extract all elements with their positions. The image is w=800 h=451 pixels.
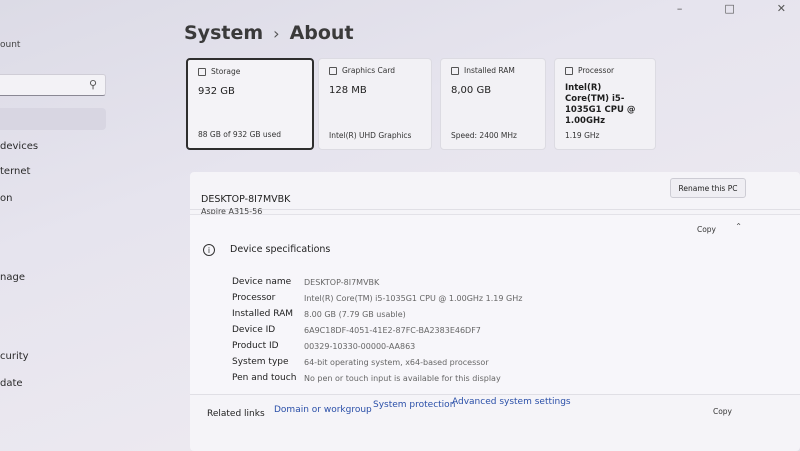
card-value: 128 MB xyxy=(329,85,367,96)
spec-value: 6A9C18DF-4051-41E2-87FC-BA2383E46DF7 xyxy=(304,326,481,335)
info-icon: i xyxy=(203,244,215,256)
card-title: Graphics Card xyxy=(342,66,396,75)
spec-row: Pen and touch No pen or touch input is a… xyxy=(232,373,501,383)
sidebar-item-system[interactable] xyxy=(0,108,106,130)
device-name: DESKTOP-8I7MVBK xyxy=(201,194,291,205)
spec-value: No pen or touch input is available for t… xyxy=(304,374,501,383)
search-icon: ⚲ xyxy=(88,78,97,91)
card-value: 8,00 GB xyxy=(451,85,492,96)
card-detail: 1.19 GHz xyxy=(565,131,600,140)
copy-button[interactable]: Copy xyxy=(713,407,732,416)
rename-pc-button[interactable]: Rename this PC xyxy=(670,178,746,198)
sidebar-item-manage[interactable]: nage xyxy=(0,272,25,283)
link-system-protection[interactable]: System protection xyxy=(373,400,455,410)
related-links-label: Related links xyxy=(207,409,265,419)
spec-row: Device ID 6A9C18DF-4051-41E2-87FC-BA2383… xyxy=(232,325,481,335)
copy-specs-button[interactable]: Copy xyxy=(697,225,716,234)
card-value: Intel(R) Core(TM) i5-1035G1 CPU @ 1.00GH… xyxy=(565,83,636,127)
close-icon[interactable]: ✕ xyxy=(777,0,786,15)
spec-row: Installed RAM 8.00 GB (7.79 GB usable) xyxy=(232,309,406,319)
ram-card[interactable]: Installed RAM 8,00 GB Speed: 2400 MHz xyxy=(440,58,546,150)
search-input[interactable]: ⚲ xyxy=(0,74,106,96)
page-title: About xyxy=(289,22,354,44)
sidebar-account-label: ount xyxy=(0,40,21,50)
spec-row: Device name DESKTOP-8I7MVBK xyxy=(232,277,379,287)
device-header: DESKTOP-8I7MVBK Aspire A315-56 Rename th… xyxy=(190,172,800,216)
card-detail: Intel(R) UHD Graphics xyxy=(329,131,412,140)
card-title: Installed RAM xyxy=(464,66,515,75)
spec-label: Device ID xyxy=(232,325,276,335)
device-panel: DESKTOP-8I7MVBK Aspire A315-56 Rename th… xyxy=(190,172,800,451)
spec-label: System type xyxy=(232,357,289,367)
storage-icon xyxy=(198,67,206,76)
spec-value: Intel(R) Core(TM) i5-1035G1 CPU @ 1.00GH… xyxy=(304,294,523,303)
spec-row: Processor Intel(R) Core(TM) i5-1035G1 CP… xyxy=(232,293,522,303)
sidebar-item-update[interactable]: date xyxy=(0,378,23,389)
chevron-up-icon[interactable]: ⌃ xyxy=(735,222,742,231)
minimize-icon[interactable]: – xyxy=(677,0,683,15)
maximize-icon[interactable]: □ xyxy=(724,0,734,15)
graphics-icon xyxy=(329,66,337,75)
graphics-card[interactable]: Graphics Card 128 MB Intel(R) UHD Graphi… xyxy=(318,58,432,150)
sidebar: ount ⚲ devices ternet on nage curity dat… xyxy=(0,0,112,451)
spec-label: Product ID xyxy=(232,341,279,351)
spec-value: 64-bit operating system, x64-based proce… xyxy=(304,358,489,367)
spec-label: Installed RAM xyxy=(232,309,294,319)
spec-section-title: Device specifications xyxy=(230,244,331,255)
sidebar-item-network[interactable]: ternet xyxy=(0,166,30,177)
link-advanced-system-settings[interactable]: Advanced system settings xyxy=(452,397,571,407)
spec-row: Product ID 00329-10330-00000-AA863 xyxy=(232,341,415,351)
spec-label: Device name xyxy=(232,277,292,287)
spec-value: 00329-10330-00000-AA863 xyxy=(304,342,416,351)
breadcrumb-separator-icon: › xyxy=(273,24,280,43)
spec-value: 8.00 GB (7.79 GB usable) xyxy=(304,310,406,319)
related-links: Related links Domain or workgroup System… xyxy=(190,394,800,451)
sidebar-item-personalization[interactable]: on xyxy=(0,193,12,204)
card-title: Storage xyxy=(211,67,241,76)
ram-icon xyxy=(451,66,459,75)
card-detail: 88 GB of 932 GB used xyxy=(198,130,281,139)
processor-icon xyxy=(565,66,573,75)
storage-card[interactable]: Storage 932 GB 88 GB of 932 GB used xyxy=(186,58,314,150)
card-detail: Speed: 2400 MHz xyxy=(451,131,517,140)
spec-label: Processor xyxy=(232,293,276,303)
card-value: 932 GB xyxy=(198,86,235,97)
link-domain-or-workgroup[interactable]: Domain or workgroup xyxy=(274,405,372,415)
processor-card[interactable]: Processor Intel(R) Core(TM) i5-1035G1 CP… xyxy=(554,58,656,150)
spec-row: System type 64-bit operating system, x64… xyxy=(232,357,489,367)
spec-label: Pen and touch xyxy=(232,373,297,383)
window-controls: – □ ✕ xyxy=(677,0,786,15)
spec-value: DESKTOP-8I7MVBK xyxy=(304,278,380,287)
sidebar-item-security[interactable]: curity xyxy=(0,351,29,362)
breadcrumb: System › About xyxy=(184,22,354,44)
breadcrumb-parent[interactable]: System xyxy=(184,22,263,44)
device-specifications: i Device specifications Copy ⌃ Device na… xyxy=(190,214,800,394)
sidebar-item-devices[interactable]: devices xyxy=(0,141,38,152)
card-title: Processor xyxy=(578,66,615,75)
